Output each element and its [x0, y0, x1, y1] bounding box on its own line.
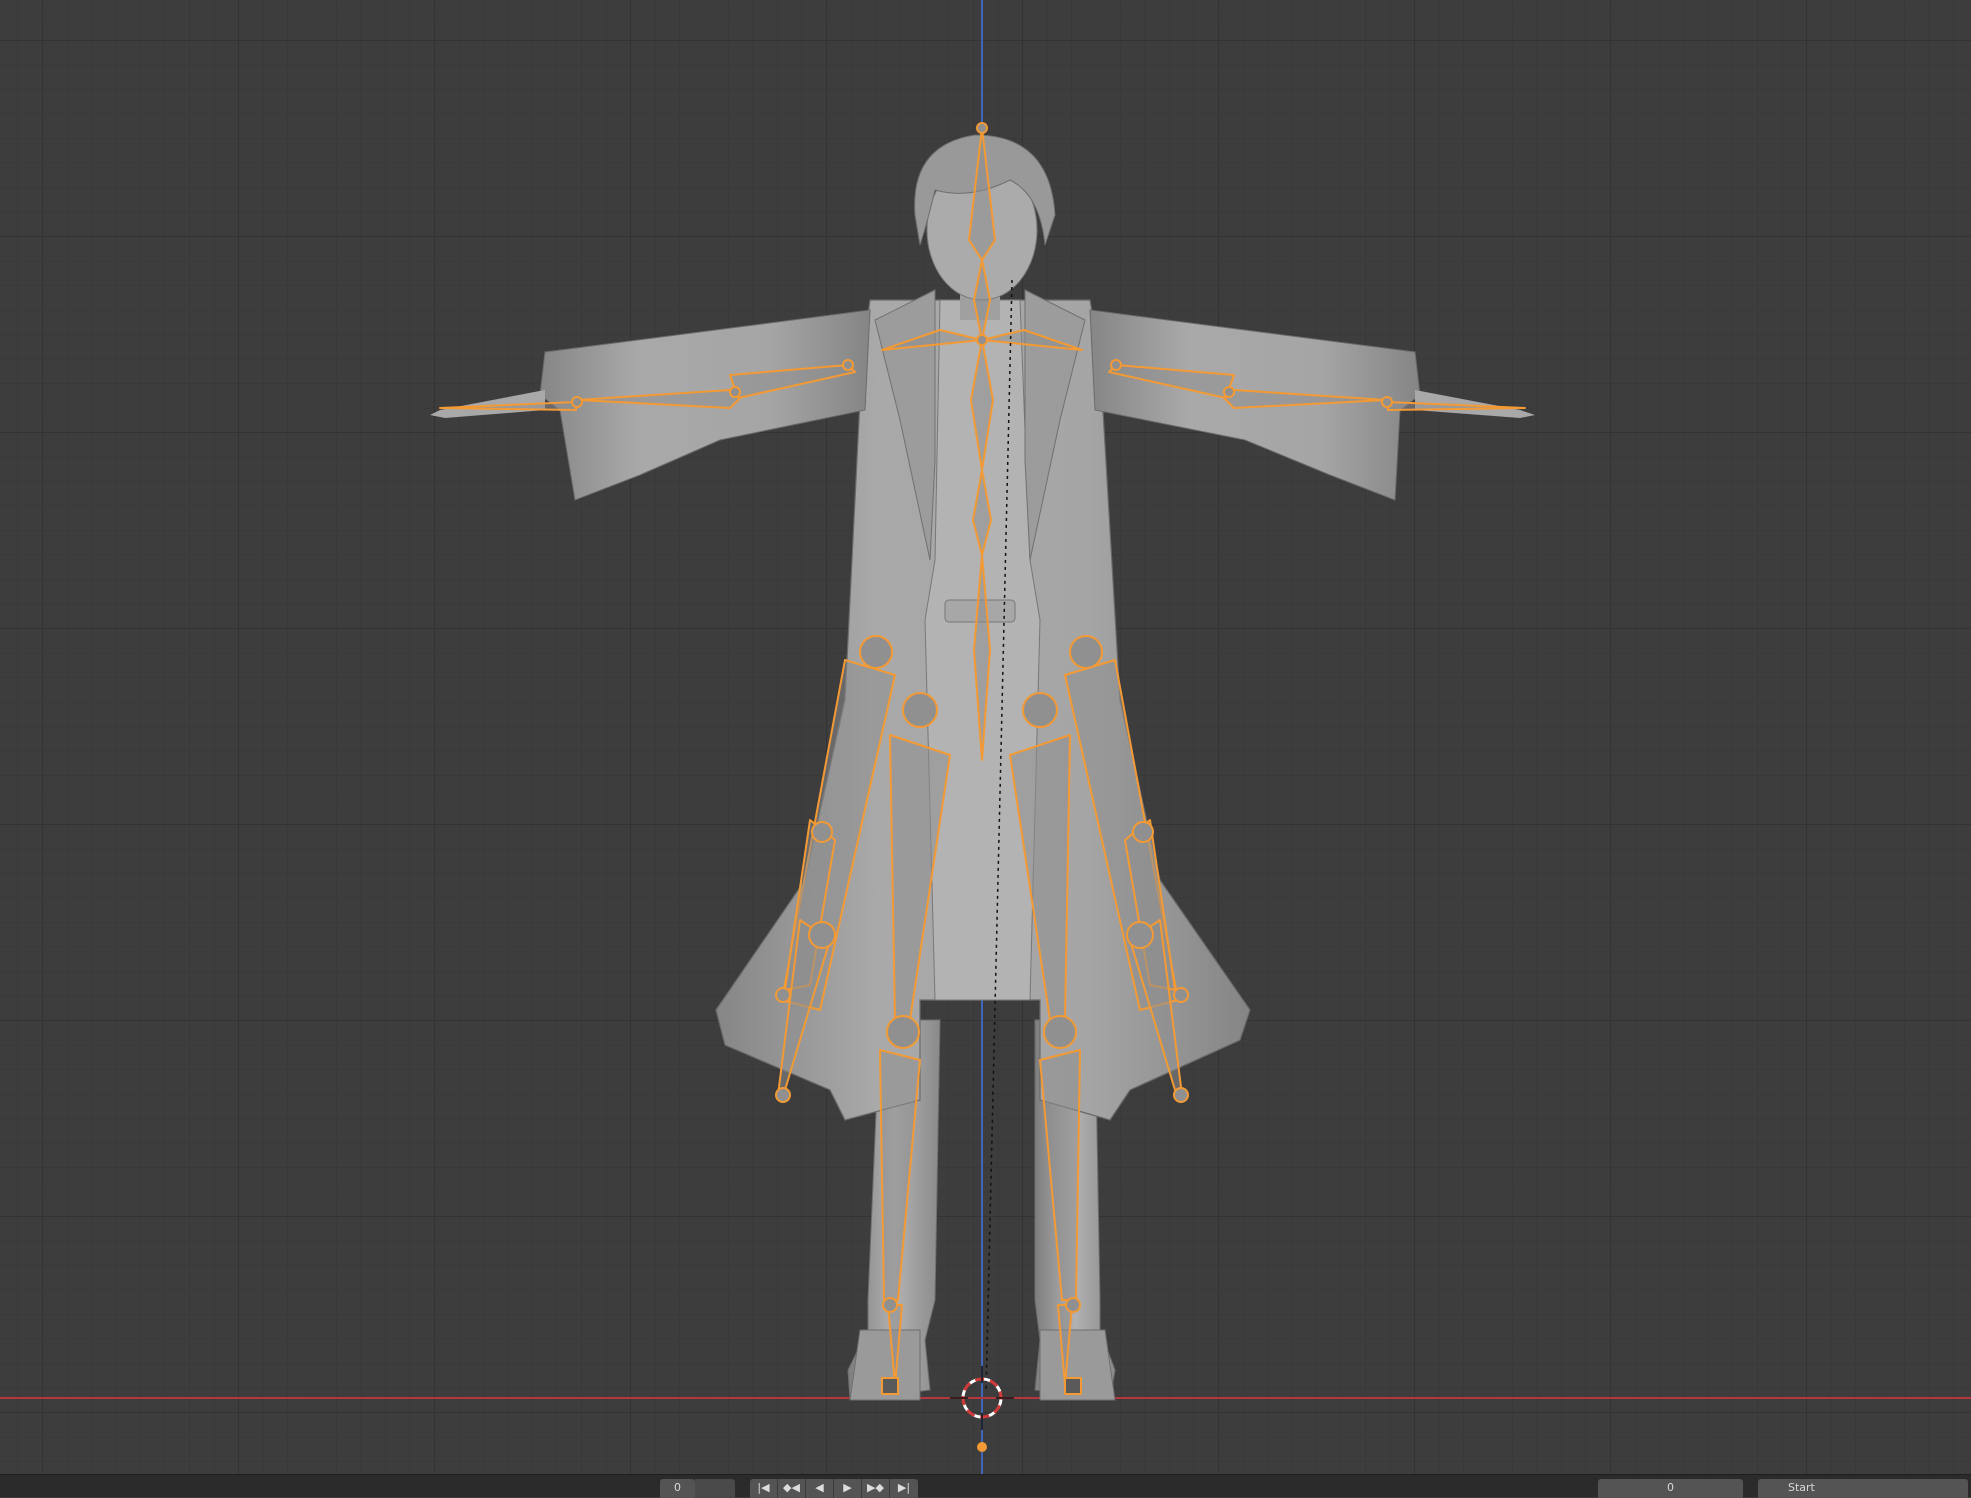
joint-coat-end-left [775, 1087, 791, 1103]
play-reverse-icon[interactable]: ◀ [806, 1479, 834, 1498]
object-origin [977, 1442, 987, 1452]
joint-coat-end-right [1173, 1087, 1189, 1103]
joint-coat-tip-right [1173, 987, 1189, 1003]
joint-wrist-right [1381, 396, 1393, 408]
3d-viewport[interactable] [0, 0, 1971, 1474]
joint-knee-right [1043, 1015, 1077, 1049]
playback-controls: |◀ ◆◀ ◀ ▶ ▶◆ ▶| [750, 1479, 918, 1498]
start-frame-field[interactable]: Start [1758, 1479, 1968, 1498]
joint-coat-low-left [808, 921, 836, 949]
joint-coat-right [1069, 635, 1103, 669]
jump-start-icon[interactable]: |◀ [750, 1479, 778, 1498]
joint-wrist-left [571, 396, 583, 408]
joint-coat-left [859, 635, 893, 669]
joint-hip-right [1022, 692, 1058, 728]
joint-coat-tip-left [775, 987, 791, 1003]
frame-field-extension[interactable] [695, 1479, 735, 1498]
timeline-header: 0 |◀ ◆◀ ◀ ▶ ▶◆ ▶| 0 Start [0, 1474, 1971, 1498]
jump-end-icon[interactable]: ▶| [890, 1479, 918, 1498]
frame-field[interactable]: 0 [660, 1479, 695, 1498]
joint-elbow-left [729, 386, 741, 398]
current-frame-field[interactable]: 0 [1598, 1479, 1743, 1498]
joint-hip-left [902, 692, 938, 728]
joint-ankle-right [1065, 1297, 1081, 1313]
joint-ankle-left [882, 1297, 898, 1313]
joint-shoulder-left [842, 359, 854, 371]
foot-handle-left [881, 1377, 899, 1395]
prev-keyframe-icon[interactable]: ◆◀ [778, 1479, 806, 1498]
joint-coat-mid-right [1132, 821, 1154, 843]
joint-coat-mid-left [811, 821, 833, 843]
play-icon[interactable]: ▶ [834, 1479, 862, 1498]
next-keyframe-icon[interactable]: ▶◆ [862, 1479, 890, 1498]
joint-neck [976, 334, 988, 346]
joint-coat-low-right [1126, 921, 1154, 949]
foot-handle-right [1064, 1377, 1082, 1395]
joint-shoulder-right [1110, 359, 1122, 371]
scene-canvas[interactable] [0, 0, 1971, 1474]
joint-knee-left [886, 1015, 920, 1049]
joint-elbow-right [1223, 386, 1235, 398]
joint-head-top [976, 122, 988, 134]
